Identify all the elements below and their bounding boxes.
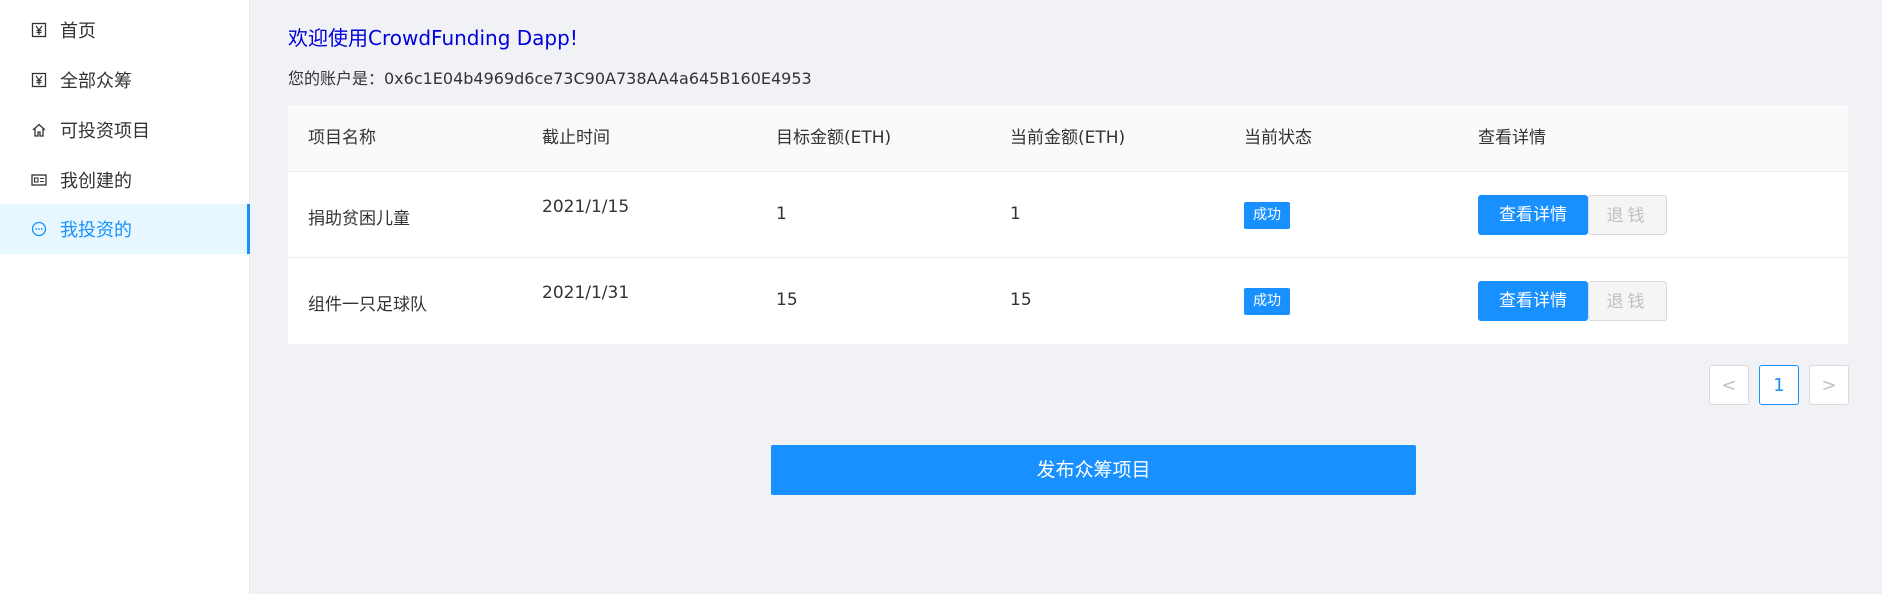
chevron-left-icon: < xyxy=(1721,374,1737,396)
column-header: 截止时间 xyxy=(542,128,610,148)
deadline: 2021/1/15 xyxy=(542,197,630,217)
account-address: 您的账户是：0x6c1E04b4969d6ce73C90A738AA4a645B… xyxy=(288,69,812,88)
page-number: 1 xyxy=(1773,374,1785,396)
current-amount: 15 xyxy=(1010,290,1032,310)
refund-button[interactable]: 退钱 xyxy=(1588,195,1667,235)
table-row: 组件一只足球队 2021/1/31 15 15 成功 查看详情 退钱 xyxy=(288,258,1848,344)
column-header: 当前状态 xyxy=(1244,128,1312,148)
prev-page-button[interactable]: < xyxy=(1709,365,1749,405)
sidebar-item-label: 我创建的 xyxy=(60,171,132,192)
sidebar-item-label: 全部众筹 xyxy=(60,71,132,92)
current-amount: 1 xyxy=(1010,204,1021,224)
home-icon xyxy=(30,121,48,139)
view-details-button[interactable]: 查看详情 xyxy=(1478,281,1588,321)
sidebar-item-investable[interactable]: 可投资项目 xyxy=(0,105,250,155)
welcome-title: 欢迎使用CrowdFunding Dapp! xyxy=(288,26,578,50)
sidebar-item-home[interactable]: 首页 xyxy=(0,5,250,55)
sidebar-item-label: 我投资的 xyxy=(60,220,132,241)
column-header: 查看详情 xyxy=(1478,128,1546,148)
sidebar: 首页 全部众筹 可投资项目 我创建的 我投资的 xyxy=(0,0,250,594)
page-1-button[interactable]: 1 xyxy=(1759,365,1799,405)
yen-icon xyxy=(30,71,48,89)
yen-icon xyxy=(30,21,48,39)
column-header: 当前金额(ETH) xyxy=(1010,128,1126,148)
project-name: 捐助贫困儿童 xyxy=(308,209,410,229)
sidebar-item-my-created[interactable]: 我创建的 xyxy=(0,155,250,205)
status-badge: 成功 xyxy=(1244,202,1290,229)
table-row: 捐助贫困儿童 2021/1/15 1 1 成功 查看详情 退钱 xyxy=(288,172,1848,258)
projects-table: 项目名称 截止时间 目标金额(ETH) 当前金额(ETH) 当前状态 查看详情 … xyxy=(288,105,1848,344)
main-content: 欢迎使用CrowdFunding Dapp! 您的账户是：0x6c1E04b49… xyxy=(250,0,1882,594)
refund-button[interactable]: 退钱 xyxy=(1588,281,1667,321)
target-amount: 1 xyxy=(776,204,787,224)
sidebar-item-my-invested[interactable]: 我投资的 xyxy=(0,204,250,254)
column-header: 目标金额(ETH) xyxy=(776,128,892,148)
project-name: 组件一只足球队 xyxy=(308,295,427,315)
id-card-icon xyxy=(30,171,48,189)
chat-bubble-icon xyxy=(30,220,48,238)
publish-project-button[interactable]: 发布众筹项目 xyxy=(771,445,1416,495)
status-badge: 成功 xyxy=(1244,288,1290,315)
deadline: 2021/1/31 xyxy=(542,283,630,303)
next-page-button[interactable]: > xyxy=(1809,365,1849,405)
column-header: 项目名称 xyxy=(308,128,376,148)
table-header: 项目名称 截止时间 目标金额(ETH) 当前金额(ETH) 当前状态 查看详情 xyxy=(288,105,1848,172)
target-amount: 15 xyxy=(776,290,798,310)
chevron-right-icon: > xyxy=(1821,374,1837,396)
view-details-button[interactable]: 查看详情 xyxy=(1478,195,1588,235)
sidebar-item-label: 首页 xyxy=(60,21,96,42)
sidebar-item-all-crowdfunding[interactable]: 全部众筹 xyxy=(0,55,250,105)
sidebar-item-label: 可投资项目 xyxy=(60,121,150,142)
